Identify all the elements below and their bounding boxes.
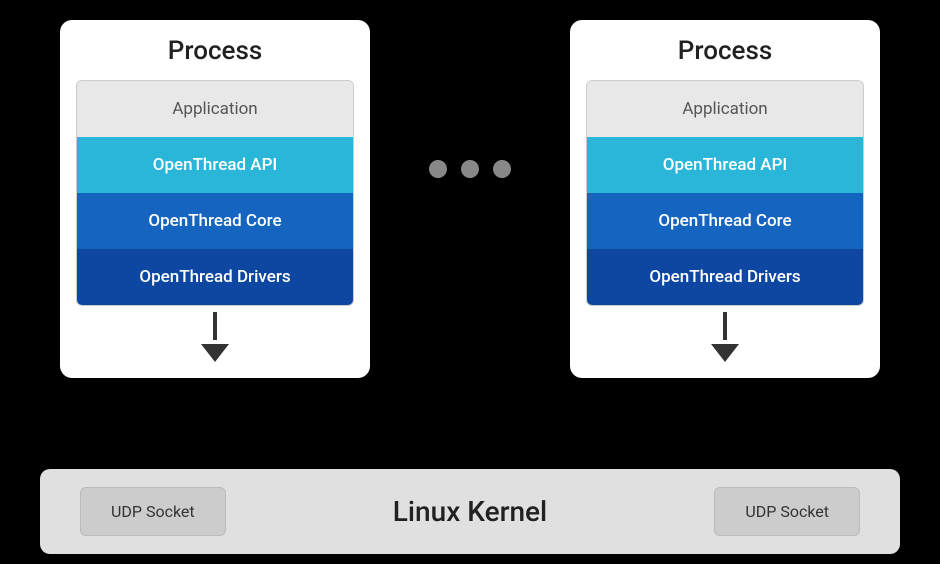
left-arrow-shaft (213, 312, 217, 340)
main-container: Process Application OpenThread API OpenT… (0, 0, 940, 564)
dot-2 (461, 160, 479, 178)
right-arrow (711, 312, 739, 362)
left-layer-core: OpenThread Core (77, 193, 353, 249)
right-layer-drivers: OpenThread Drivers (587, 249, 863, 305)
dots-area (370, 20, 570, 178)
linux-kernel-label: Linux Kernel (226, 495, 715, 528)
left-process-title: Process (168, 36, 262, 66)
linux-kernel-section: UDP Socket Linux Kernel UDP Socket (40, 469, 900, 554)
right-layer-core: OpenThread Core (587, 193, 863, 249)
left-udp-socket: UDP Socket (80, 487, 226, 536)
left-layer-api: OpenThread API (77, 137, 353, 193)
right-udp-socket: UDP Socket (714, 487, 860, 536)
dot-1 (429, 160, 447, 178)
left-arrow-head (201, 344, 229, 362)
right-process-title: Process (678, 36, 772, 66)
left-process-box: Process Application OpenThread API OpenT… (60, 20, 370, 378)
left-arrow (201, 312, 229, 362)
dot-3 (493, 160, 511, 178)
right-arrow-head (711, 344, 739, 362)
right-process-box: Process Application OpenThread API OpenT… (570, 20, 880, 378)
right-layer-api: OpenThread API (587, 137, 863, 193)
left-layer-application: Application (77, 81, 353, 137)
right-layer-application: Application (587, 81, 863, 137)
top-section: Process Application OpenThread API OpenT… (20, 20, 920, 451)
right-stack: Application OpenThread API OpenThread Co… (586, 80, 864, 306)
right-arrow-shaft (723, 312, 727, 340)
left-layer-drivers: OpenThread Drivers (77, 249, 353, 305)
left-stack: Application OpenThread API OpenThread Co… (76, 80, 354, 306)
